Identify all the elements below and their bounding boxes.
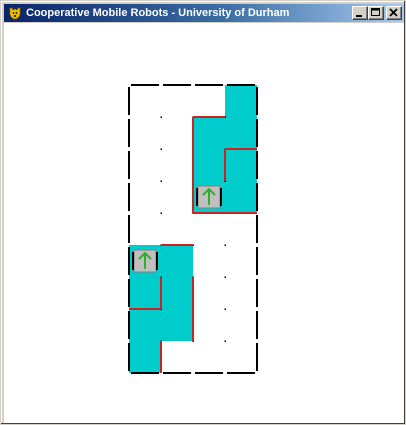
explored-cell — [193, 149, 225, 181]
robot-wheel — [132, 252, 134, 270]
explored-cell — [193, 117, 225, 149]
maximize-icon — [371, 8, 380, 16]
maximize-button[interactable] — [368, 6, 384, 20]
app-window: Cooperative Mobile Robots - University o… — [0, 0, 406, 425]
explored-cell — [225, 149, 257, 181]
explored-cell — [225, 117, 257, 149]
explored-cell — [129, 309, 161, 341]
explored-cell — [161, 245, 193, 277]
close-button[interactable] — [386, 6, 402, 20]
robot-wheel — [156, 252, 158, 270]
grid-dot — [224, 276, 226, 278]
explored-cell — [161, 277, 193, 309]
explored-cell — [129, 341, 161, 373]
robot-wheel — [220, 188, 222, 206]
explored-cell — [161, 309, 193, 341]
robot-map-canvas[interactable] — [4, 23, 404, 423]
grid-dot — [224, 308, 226, 310]
grid-dot — [160, 148, 162, 150]
grid-dot — [160, 212, 162, 214]
close-icon — [389, 8, 398, 17]
grid-dot — [224, 340, 226, 342]
minimize-icon — [356, 15, 362, 17]
title-bar[interactable]: Cooperative Mobile Robots - University o… — [4, 4, 404, 22]
dog-head-icon — [9, 7, 21, 20]
explored-cell — [225, 85, 257, 117]
grid-dot — [160, 116, 162, 118]
occupancy-grid — [128, 84, 258, 374]
explored-cell — [129, 277, 161, 309]
grid-dot — [160, 180, 162, 182]
robot-wheel — [196, 188, 198, 206]
window-title: Cooperative Mobile Robots - University o… — [26, 7, 290, 19]
explored-cell — [225, 181, 257, 213]
minimize-button[interactable] — [352, 6, 368, 20]
grid-dot — [224, 244, 226, 246]
